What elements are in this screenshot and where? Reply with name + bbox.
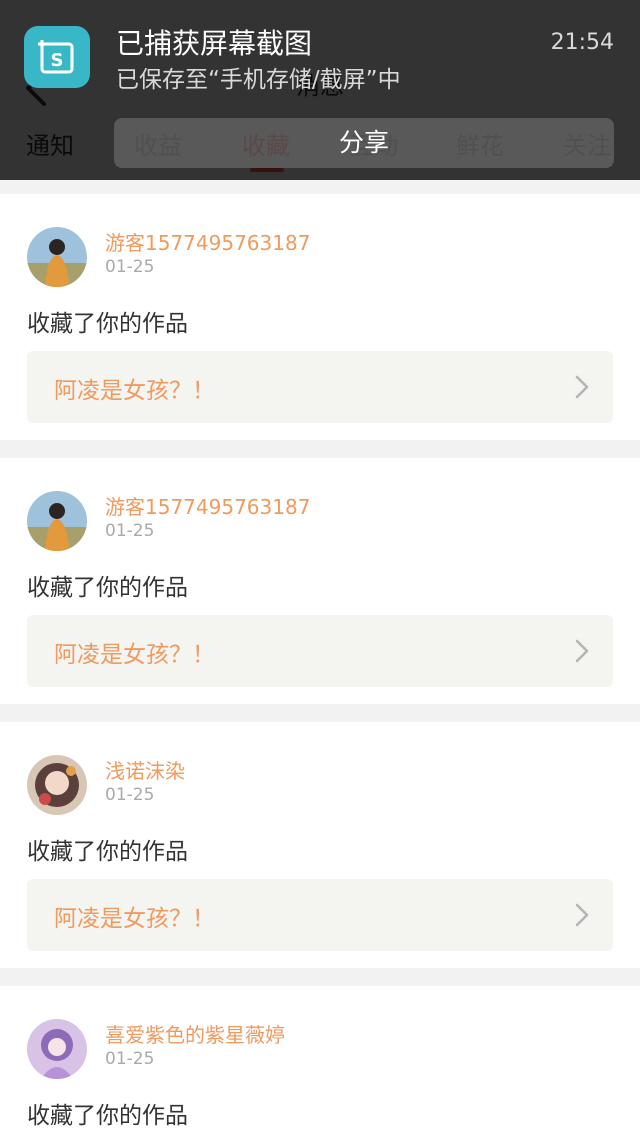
share-button[interactable]: 分享	[114, 118, 614, 168]
list-item: 游客1577495763187 01-25 收藏了你的作品 阿凌是女孩？！	[0, 458, 640, 704]
timestamp: 01-25	[105, 257, 155, 277]
screenshot-app-icon: S	[24, 26, 90, 88]
action-text: 收藏了你的作品	[27, 311, 188, 337]
user-avatar[interactable]	[27, 755, 87, 815]
username[interactable]: 游客1577495763187	[105, 227, 310, 256]
username[interactable]: 喜爱紫色的紫星薇婷	[105, 1019, 285, 1048]
work-title: 阿凌是女孩？！	[54, 642, 215, 668]
chevron-right-icon	[575, 903, 589, 927]
notification-subtitle: 已保存至“手机存储/截屏”中	[116, 67, 401, 93]
action-text: 收藏了你的作品	[27, 1103, 188, 1129]
notification-time: 21:54	[550, 30, 614, 55]
work-link[interactable]: 阿凌是女孩？！	[27, 879, 613, 951]
chevron-right-icon	[575, 639, 589, 663]
action-text: 收藏了你的作品	[27, 575, 188, 601]
user-avatar[interactable]	[27, 227, 87, 287]
work-title: 阿凌是女孩？！	[54, 906, 215, 932]
action-text: 收藏了你的作品	[27, 839, 188, 865]
work-title: 阿凌是女孩？！	[54, 378, 215, 404]
list-item: 浅诺沫染 01-25 收藏了你的作品 阿凌是女孩？！	[0, 722, 640, 968]
work-link[interactable]: 阿凌是女孩？！	[27, 351, 613, 423]
timestamp: 01-25	[105, 785, 155, 805]
svg-text:S: S	[51, 50, 64, 71]
timestamp: 01-25	[105, 1049, 155, 1069]
timestamp: 01-25	[105, 521, 155, 541]
chevron-right-icon	[575, 375, 589, 399]
username[interactable]: 游客1577495763187	[105, 491, 310, 520]
user-avatar[interactable]	[27, 491, 87, 551]
work-link[interactable]: 阿凌是女孩？！	[27, 615, 613, 687]
notification-title: 已捕获屏幕截图	[116, 27, 313, 60]
username[interactable]: 浅诺沫染	[105, 755, 185, 784]
list-item: 喜爱紫色的紫星薇婷 01-25 收藏了你的作品	[0, 986, 640, 1138]
screenshot-notification[interactable]: S 已捕获屏幕截图 已保存至“手机存储/截屏”中 21:54 分享	[0, 0, 640, 180]
user-avatar[interactable]	[27, 1019, 87, 1079]
list-item: 游客1577495763187 01-25 收藏了你的作品 阿凌是女孩？！	[0, 194, 640, 440]
